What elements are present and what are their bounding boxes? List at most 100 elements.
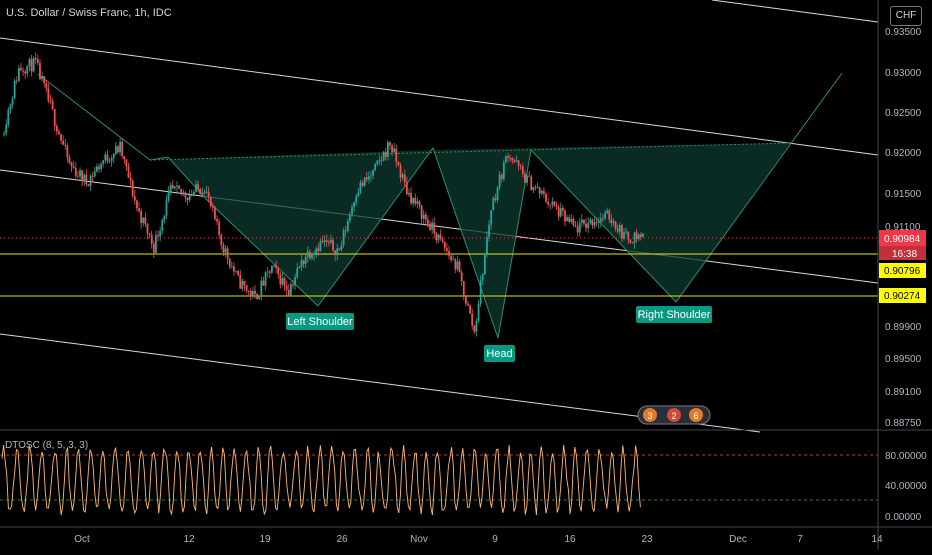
event-badges[interactable]: 3 2 6	[637, 405, 711, 425]
candle-body	[41, 75, 43, 80]
candle-body	[568, 217, 571, 222]
candle-body	[578, 222, 581, 233]
candle-body	[268, 271, 271, 273]
candle-body	[393, 148, 396, 153]
candle-body	[188, 195, 191, 201]
candle-body	[515, 160, 518, 162]
candle-body	[68, 157, 71, 163]
candle-body	[538, 187, 541, 194]
candle-body	[344, 230, 347, 232]
candle-body	[136, 200, 138, 209]
time-tick-10: 7	[797, 534, 803, 545]
candle-body	[389, 142, 391, 146]
price-tick-10: 0.88750	[885, 418, 922, 429]
candle-body	[355, 196, 358, 203]
candle-body	[102, 160, 105, 164]
candle-body	[11, 98, 14, 105]
currency-badge[interactable]: CHF	[890, 6, 922, 26]
candle-body	[437, 234, 440, 241]
candle-body	[412, 197, 415, 204]
candle-body	[542, 190, 545, 194]
candle-body	[108, 161, 111, 162]
candle-body	[106, 154, 109, 162]
candle-body	[382, 151, 385, 161]
candle-body	[129, 177, 132, 181]
candle-body	[140, 211, 143, 224]
candle-body	[283, 277, 286, 286]
candle-body	[195, 184, 197, 192]
candle-body	[178, 185, 181, 189]
candle-body	[625, 231, 628, 233]
candle-body	[365, 177, 368, 180]
candle-body	[190, 194, 193, 196]
chart-canvas[interactable]: Left Shoulder Head Right Shoulder 3 2 6	[0, 0, 932, 550]
candle-body	[557, 206, 560, 217]
price-tick-8: 0.89500	[885, 354, 922, 365]
level-label-lower: 0.90274	[884, 291, 921, 302]
candle-body	[376, 160, 379, 165]
candle-body	[507, 156, 509, 158]
candle-body	[321, 241, 324, 243]
time-tick-4: 26	[336, 534, 348, 545]
event-badge-count-3: 6	[693, 411, 698, 421]
candle-body	[228, 258, 231, 267]
candle-body	[197, 184, 199, 189]
candle-body	[186, 197, 189, 201]
candle-body	[222, 244, 225, 253]
osc-tick-0: 0.00000	[885, 512, 922, 523]
candle-body	[22, 70, 24, 72]
candle-body	[433, 222, 436, 234]
candle-body	[110, 158, 113, 162]
oscillator-label[interactable]: DTOSC (8, 5, 3, 3)	[5, 440, 88, 451]
candle-body	[614, 221, 617, 229]
candle-body	[334, 250, 337, 256]
candle-body	[131, 180, 134, 197]
candle-body	[87, 184, 90, 187]
candle-body	[218, 221, 221, 236]
candle-body	[325, 240, 328, 242]
candle-body	[597, 221, 600, 223]
candle-body	[458, 261, 461, 273]
candle-body	[180, 188, 183, 194]
candle-body	[72, 166, 75, 169]
candle-body	[264, 272, 267, 286]
candle-body	[241, 280, 244, 289]
candle-body	[380, 160, 383, 162]
candle-body	[492, 198, 495, 211]
candle-body	[58, 131, 60, 135]
time-tick-7: 16	[564, 534, 576, 545]
candle-body	[479, 280, 482, 304]
candle-body	[214, 207, 216, 219]
candle-body	[304, 256, 307, 265]
candle-body	[100, 163, 103, 170]
candle-body	[530, 176, 533, 191]
candle-body	[252, 290, 254, 297]
candle-body	[239, 274, 242, 289]
candle-body	[235, 271, 237, 272]
candle-body	[254, 290, 256, 294]
candle-body	[403, 174, 406, 183]
candle-body	[475, 320, 478, 332]
candle-body	[566, 217, 568, 222]
candle-body	[642, 233, 644, 237]
candle-body	[95, 166, 98, 172]
candle-body	[395, 148, 398, 163]
chart-stage[interactable]: Left Shoulder Head Right Shoulder 3 2 6	[0, 0, 932, 550]
time-tick-1: Oct	[74, 534, 90, 545]
candle-body	[230, 266, 233, 268]
candle-body	[62, 140, 65, 145]
candle-body	[460, 272, 463, 281]
candle-body	[435, 233, 438, 241]
event-badge-count-1: 3	[647, 411, 652, 421]
candle-body	[144, 217, 147, 224]
candle-body	[448, 250, 450, 256]
candle-body	[152, 243, 155, 253]
price-tick-4: 0.92000	[885, 148, 922, 159]
countdown-label: 16:38	[892, 249, 917, 260]
symbol-title[interactable]: U.S. Dollar / Swiss Franc, 1h, IDC	[6, 7, 172, 19]
candle-body	[351, 206, 353, 215]
candle-body	[266, 271, 269, 273]
candle-body	[526, 175, 528, 183]
candle-body	[220, 235, 223, 245]
candle-body	[201, 192, 204, 194]
